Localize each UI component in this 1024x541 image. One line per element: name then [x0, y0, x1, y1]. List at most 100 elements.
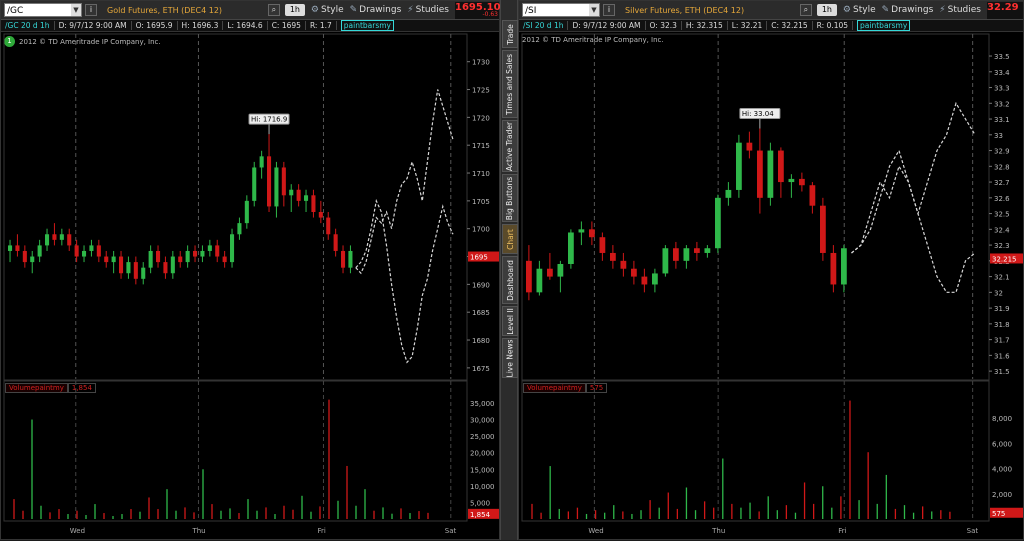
- time-axis-label: Wed: [588, 527, 603, 535]
- candle-body: [578, 229, 585, 233]
- candle-body: [74, 245, 79, 257]
- tab-live-news[interactable]: Live News: [502, 338, 518, 378]
- alert-badge-icon[interactable]: 1: [4, 36, 15, 47]
- zoom-icon[interactable]: ⌕: [267, 4, 280, 16]
- style-button[interactable]: ⚙ Style: [843, 5, 876, 15]
- price-axis-label: 31.7: [994, 337, 1010, 345]
- pencil-icon: ✎: [881, 5, 890, 15]
- last-price-box: 32.29: [987, 1, 1023, 19]
- price-axis-label: 1675: [472, 365, 490, 373]
- time-axis-label: Thu: [191, 527, 205, 535]
- chevron-down-icon[interactable]: ▼: [71, 4, 81, 16]
- drawings-label: Drawings: [359, 5, 402, 15]
- studies-button[interactable]: ⚡ Studies: [407, 5, 449, 15]
- candle-body: [8, 245, 13, 251]
- price-axis-label: 31.9: [994, 305, 1010, 313]
- price-axis-label: 33.4: [994, 69, 1010, 77]
- symbol-description: Gold Futures, ETH (DEC4 12): [107, 5, 223, 15]
- candle-body: [281, 167, 286, 196]
- drawings-button[interactable]: ✎ Drawings: [350, 5, 402, 15]
- studies-label: Studies: [947, 5, 981, 15]
- volume-study-name[interactable]: Volumepaintmy: [5, 383, 68, 393]
- price-axis-label: 33.3: [994, 85, 1010, 93]
- style-button[interactable]: ⚙ Style: [311, 5, 344, 15]
- last-price: 32.29: [987, 1, 1019, 13]
- volume-axis-label: 8,000: [992, 415, 1012, 423]
- price-axis-label: 1685: [472, 309, 490, 317]
- tab-chart[interactable]: Chart: [502, 224, 518, 254]
- price-axis-label: 31.6: [994, 352, 1010, 360]
- ohlc-range: R: 1.7: [306, 21, 337, 30]
- info-icon[interactable]: i: [85, 4, 97, 16]
- price-chart-silver[interactable]: Wed Thu Fri Sat 33.5 33.4 33.3 33.2 33.1 33 32.9 32…: [519, 1, 1024, 541]
- price-axis-label: 1690: [472, 281, 490, 289]
- copyright: 2012 © TD Ameritrade IP Company, Inc.: [522, 36, 664, 44]
- hi-marker-label: Hi: 1716.9: [251, 116, 287, 124]
- candle-body: [207, 245, 212, 251]
- price-axis-label: 1705: [472, 198, 490, 206]
- aggregation-button[interactable]: 1h: [816, 4, 837, 16]
- candle-body: [126, 262, 131, 274]
- ohlc-close: C: 1695: [268, 21, 306, 30]
- drawings-label: Drawings: [891, 5, 934, 15]
- candle-body: [631, 268, 637, 277]
- tab-times-and-sales[interactable]: Times and Sales: [502, 50, 518, 118]
- zoom-icon[interactable]: ⌕: [799, 4, 812, 16]
- tab-active-trader[interactable]: Active Trader: [502, 120, 518, 172]
- copyright-text: 2012 © TD Ameritrade IP Company, Inc.: [19, 37, 161, 46]
- style-label: Style: [321, 5, 344, 15]
- candle-body: [178, 256, 183, 263]
- price-axis-label: 1730: [472, 59, 490, 67]
- current-volume-badge: [990, 507, 1023, 518]
- candle-body: [274, 167, 279, 207]
- candle-body: [222, 256, 227, 263]
- ohlc-range: R: 0.105: [813, 21, 854, 30]
- studies-icon: ⚡: [407, 5, 414, 15]
- candle-body: [59, 234, 64, 240]
- volume-study-value: 1,854: [67, 383, 96, 393]
- symbol-input-value: /SI: [525, 6, 537, 16]
- volume-frame: [3, 380, 468, 522]
- ohlc-open: O: 32.3: [646, 21, 682, 30]
- study-label[interactable]: paintbarsmy: [340, 20, 394, 31]
- tab-trade[interactable]: Trade: [502, 20, 518, 48]
- price-axis-label: 1710: [472, 170, 490, 178]
- chevron-down-icon[interactable]: ▼: [589, 4, 599, 16]
- candle-body: [704, 248, 711, 253]
- gear-icon: ⚙: [842, 5, 851, 15]
- candle-body: [767, 150, 774, 198]
- candle-body: [89, 245, 94, 251]
- volume-study-value: 575: [585, 383, 608, 393]
- aggregation-button[interactable]: 1h: [284, 4, 305, 16]
- candle-body: [694, 248, 700, 253]
- candle-body: [557, 263, 564, 277]
- ghost-projection-line: [851, 149, 976, 293]
- candle-body: [156, 250, 161, 263]
- study-label[interactable]: paintbarsmy: [857, 20, 911, 31]
- candle-body: [193, 250, 198, 257]
- time-axis-label: Sat: [445, 527, 457, 535]
- candle-body: [725, 189, 732, 198]
- candle-body: [141, 267, 146, 279]
- info-icon[interactable]: i: [603, 4, 615, 16]
- symbol-input[interactable]: /SI ▼: [522, 3, 600, 17]
- copyright: 1 2012 © TD Ameritrade IP Company, Inc.: [4, 36, 161, 47]
- candle-body: [37, 245, 42, 257]
- symbol-input[interactable]: /GC ▼: [4, 3, 82, 17]
- price-axis-label: 1725: [472, 87, 490, 95]
- current-price-label: 1695: [470, 254, 488, 262]
- tab-dashboard[interactable]: Dashboard: [502, 256, 518, 304]
- studies-button[interactable]: ⚡ Studies: [939, 5, 981, 15]
- price-axis-label: 32.1: [994, 274, 1010, 282]
- candle-body: [547, 268, 553, 277]
- price-axis-label: 32.5: [994, 211, 1010, 219]
- price-chart-gold[interactable]: Wed Thu Fri Sat 1730 1725 1720 1715 1710 1705 1700…: [1, 1, 501, 541]
- tab-level-ii[interactable]: Level II: [502, 306, 518, 336]
- ohlc-high: H: 32.315: [682, 21, 728, 30]
- volume-study-name[interactable]: Volumepaintmy: [523, 383, 586, 393]
- tab-big-buttons[interactable]: Big Buttons: [502, 174, 518, 222]
- studies-label: Studies: [415, 5, 449, 15]
- candle-body: [536, 268, 543, 293]
- time-axis-label: Sat: [967, 527, 979, 535]
- drawings-button[interactable]: ✎ Drawings: [882, 5, 934, 15]
